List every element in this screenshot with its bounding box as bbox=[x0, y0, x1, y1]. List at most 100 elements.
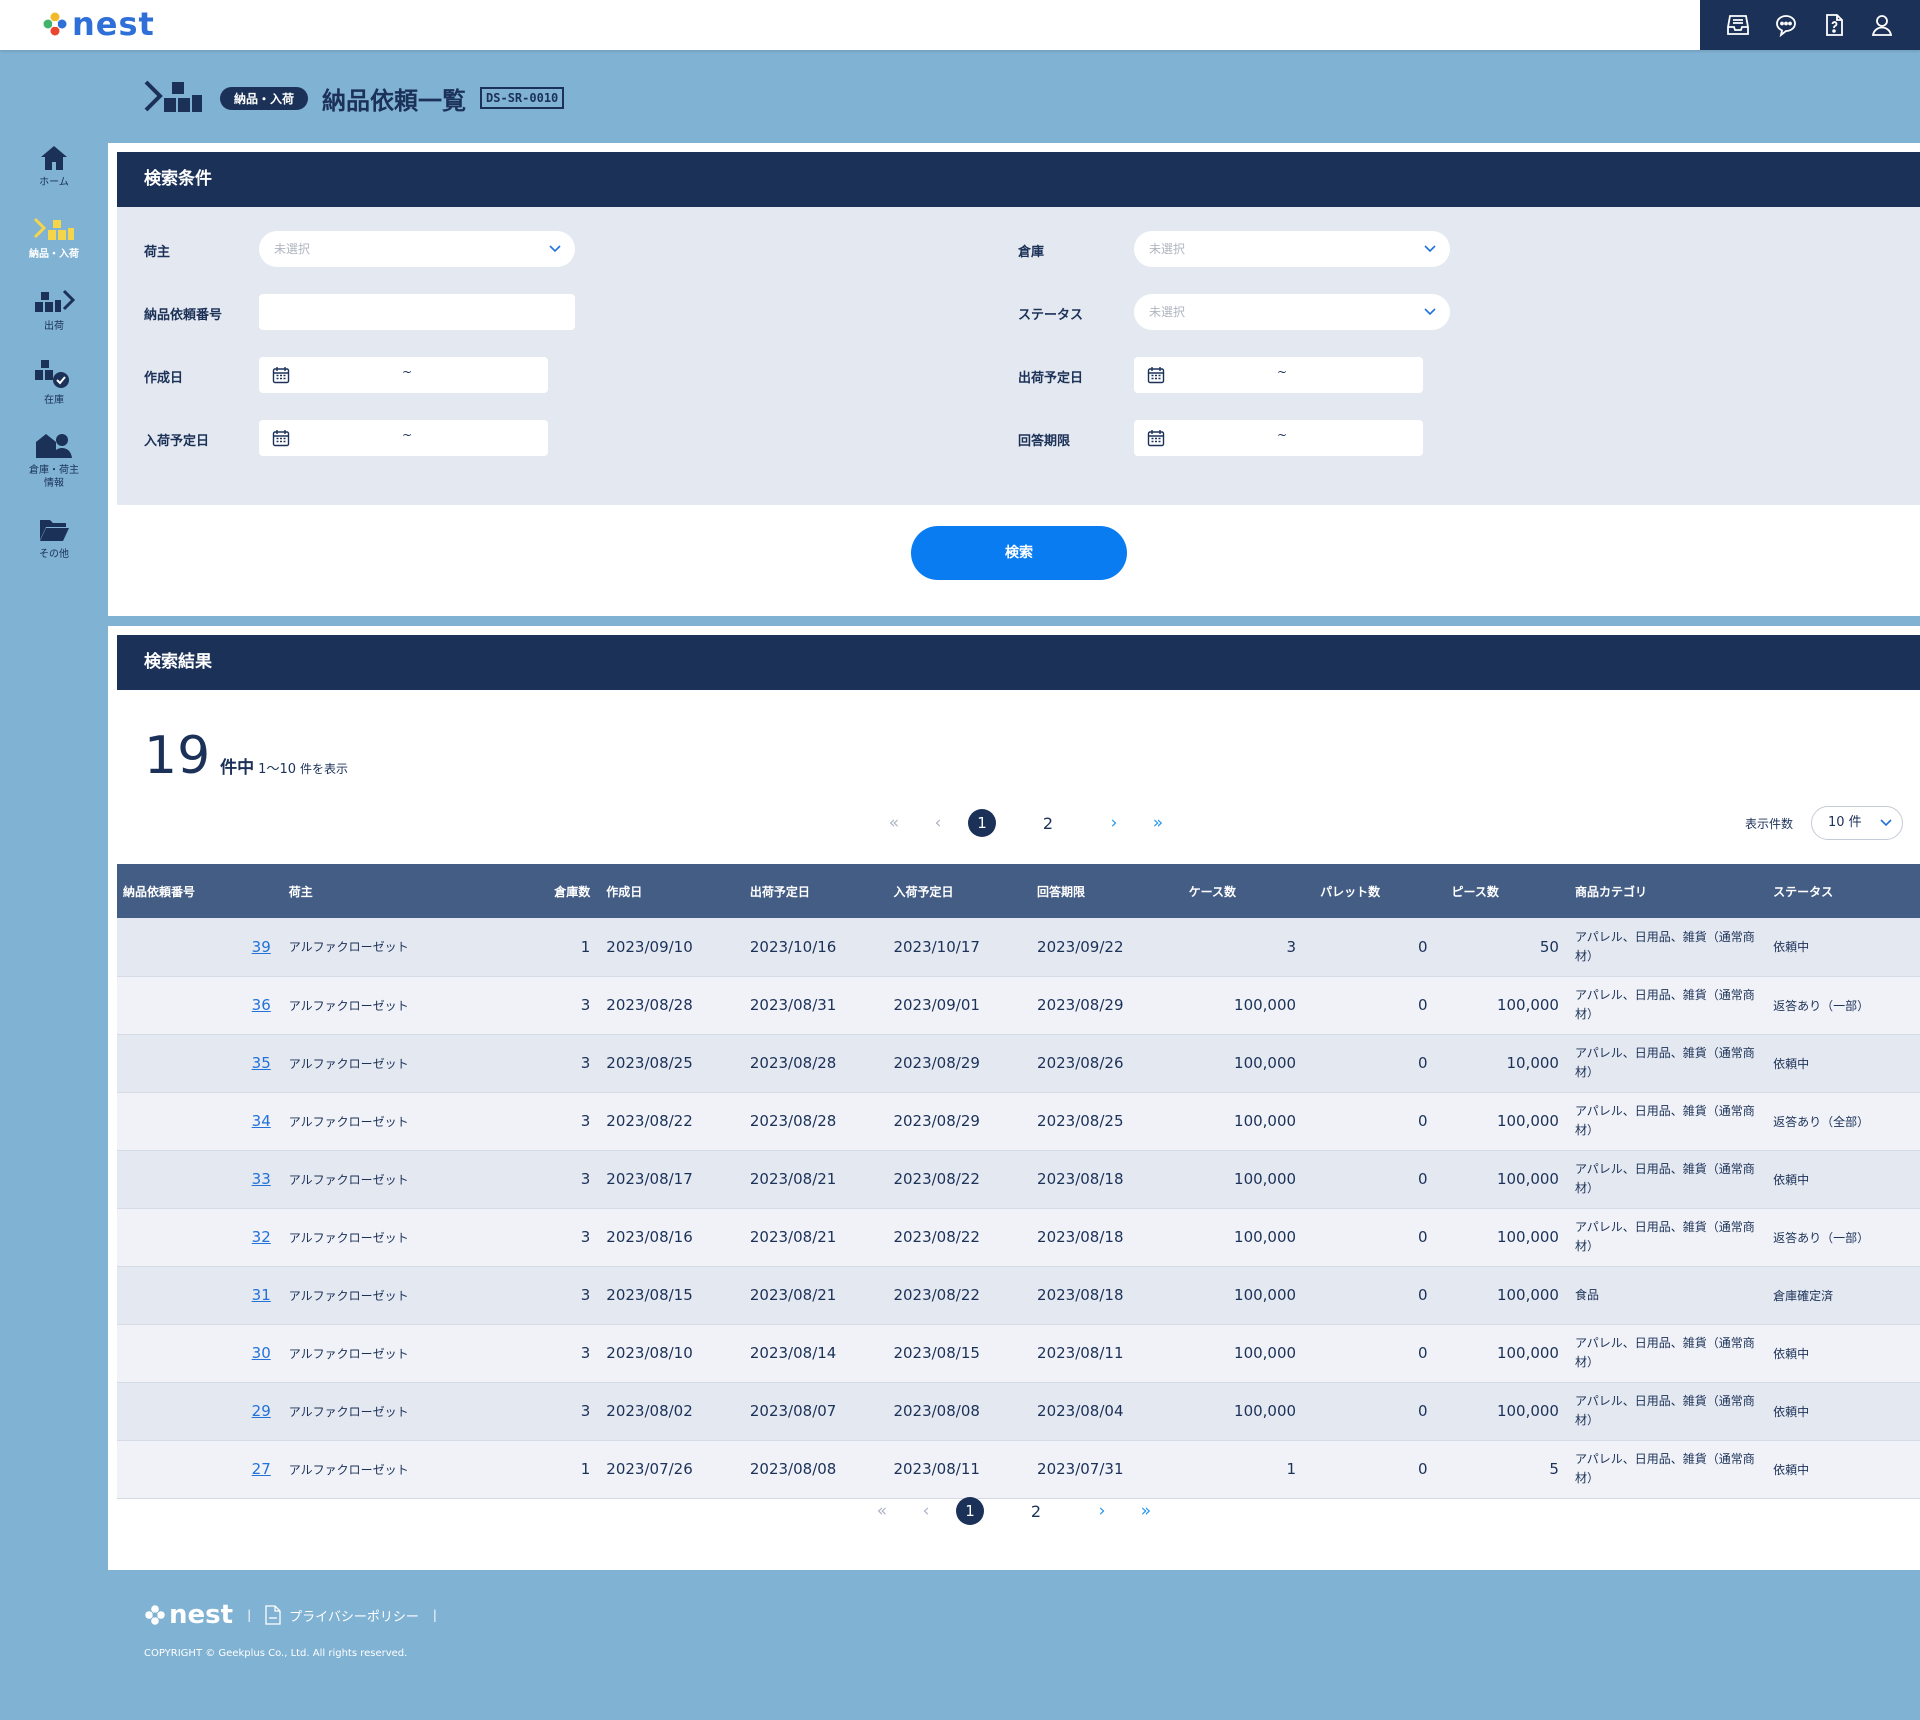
request-number-link[interactable]: 35 bbox=[252, 1054, 271, 1072]
last-page-button[interactable]: » bbox=[1136, 808, 1180, 838]
table-row: 34 アルファクローゼット 3 2023/08/22 2023/08/28 2023/08… bbox=[117, 1092, 1920, 1151]
first-page-button[interactable]: « bbox=[860, 1496, 904, 1526]
table-row: 32 アルファクローゼット 3 2023/08/16 2023/08/21 2023/08… bbox=[117, 1208, 1920, 1267]
nav-item-inbound[interactable]: 納品・入荷 bbox=[0, 202, 108, 274]
range-separator: ~ bbox=[1277, 428, 1288, 442]
help-document-icon[interactable] bbox=[1820, 11, 1848, 39]
answer-deadline-range[interactable]: ~ bbox=[1134, 420, 1423, 456]
inbound-boxes-icon bbox=[33, 217, 74, 240]
created-date-range[interactable]: ~ bbox=[259, 357, 548, 393]
column-header[interactable]: ステータス bbox=[1763, 864, 1920, 918]
prev-page-button[interactable]: ‹ bbox=[904, 1496, 948, 1526]
column-header[interactable]: 出荷予定日 bbox=[739, 864, 884, 918]
page-button-1[interactable]: 1 bbox=[948, 1496, 992, 1526]
arrival-date-range[interactable]: ~ bbox=[259, 420, 548, 456]
request-number-link[interactable]: 34 bbox=[252, 1112, 271, 1130]
search-panel-header: 検索条件 bbox=[117, 152, 1920, 207]
table-row: 39 アルファクローゼット 1 2023/09/10 2023/10/16 2023/10… bbox=[117, 918, 1920, 977]
next-page-button[interactable]: › bbox=[1092, 808, 1136, 838]
next-page-button[interactable]: › bbox=[1080, 1496, 1124, 1526]
chevron-down-icon bbox=[549, 245, 561, 253]
page-button-2[interactable]: 2 bbox=[1004, 808, 1092, 838]
last-page-button[interactable]: » bbox=[1124, 1496, 1168, 1526]
result-total-unit: 件中 bbox=[220, 758, 255, 778]
request-number-cell: 39 bbox=[117, 918, 277, 977]
chat-bubble-icon[interactable] bbox=[1772, 11, 1800, 39]
warehouse-select[interactable]: 未選択 bbox=[1134, 231, 1450, 267]
status-label: ステータス bbox=[1018, 308, 1084, 323]
nav-item-outbound[interactable]: 出荷 bbox=[0, 274, 108, 346]
request-number-link[interactable]: 39 bbox=[252, 938, 271, 956]
ship-date-cell: 2023/08/28 bbox=[739, 1092, 884, 1151]
search-button[interactable]: 検索 bbox=[911, 526, 1127, 580]
arrival-date-cell: 2023/08/22 bbox=[883, 1208, 1028, 1267]
home-icon bbox=[41, 145, 67, 170]
page-button-2[interactable]: 2 bbox=[992, 1496, 1080, 1526]
logo-mark-icon bbox=[145, 1605, 165, 1625]
column-header[interactable]: 荷主 bbox=[276, 864, 516, 918]
category-cell: アパレル、日用品、雑貨（通常商材） bbox=[1564, 1150, 1764, 1209]
column-header[interactable]: 倉庫数 bbox=[515, 864, 597, 918]
request-number-link[interactable]: 30 bbox=[252, 1344, 271, 1362]
request-number-link[interactable]: 31 bbox=[252, 1286, 271, 1304]
nav-item-home[interactable]: ホーム bbox=[0, 130, 108, 202]
footer-logo-text: nest bbox=[169, 1600, 234, 1630]
first-page-button[interactable]: « bbox=[872, 808, 916, 838]
case-count-cell: 100,000 bbox=[1170, 1324, 1303, 1383]
nav-label: その他 bbox=[39, 548, 69, 560]
request-number-link[interactable]: 33 bbox=[252, 1170, 271, 1188]
column-header[interactable]: パレット数 bbox=[1302, 864, 1434, 918]
footer-logo[interactable]: nest bbox=[144, 1600, 233, 1630]
column-header[interactable]: 回答期限 bbox=[1027, 864, 1171, 918]
status-cell: 依頼中 bbox=[1763, 1034, 1920, 1093]
column-header[interactable]: ケース数 bbox=[1170, 864, 1303, 918]
table-header-row: 納品依頼番号 荷主 倉庫数 作成日 出荷予定日 入荷予定日 回答期限 ケース数 … bbox=[117, 864, 1920, 918]
column-header[interactable]: ピース数 bbox=[1433, 864, 1565, 918]
per-page-select[interactable]: 10 件 bbox=[1811, 806, 1903, 840]
column-header[interactable]: 作成日 bbox=[596, 864, 740, 918]
nav-item-warehouse-owner[interactable]: 倉庫・荷主 情報 bbox=[0, 418, 108, 502]
created-date-cell: 2023/08/15 bbox=[596, 1266, 740, 1325]
category-cell: アパレル、日用品、雑貨（通常商材） bbox=[1564, 1382, 1764, 1441]
request-no-input[interactable] bbox=[259, 294, 575, 330]
arrival-date-cell: 2023/08/22 bbox=[883, 1266, 1028, 1325]
app-logo[interactable]: nest bbox=[42, 6, 155, 42]
calendar-icon[interactable] bbox=[1147, 429, 1165, 447]
calendar-icon[interactable] bbox=[272, 429, 290, 447]
created-date-cell: 2023/09/10 bbox=[596, 918, 740, 977]
page-button-1[interactable]: 1 bbox=[960, 808, 1004, 838]
warehouse-select-value: 未選択 bbox=[1149, 242, 1186, 256]
column-header[interactable]: 商品カテゴリ bbox=[1564, 864, 1764, 918]
inbox-icon[interactable] bbox=[1724, 11, 1752, 39]
case-count-cell: 100,000 bbox=[1170, 976, 1303, 1035]
calendar-icon[interactable] bbox=[272, 366, 290, 384]
prev-page-button[interactable]: ‹ bbox=[916, 808, 960, 838]
piece-count-cell: 100,000 bbox=[1433, 976, 1565, 1035]
ship-date-cell: 2023/08/08 bbox=[739, 1440, 884, 1499]
pallet-count-cell: 0 bbox=[1302, 1092, 1434, 1151]
privacy-policy-link[interactable]: プライバシーポリシー bbox=[265, 1605, 419, 1625]
calendar-icon[interactable] bbox=[1147, 366, 1165, 384]
column-header[interactable]: 入荷予定日 bbox=[883, 864, 1028, 918]
request-number-link[interactable]: 36 bbox=[252, 996, 271, 1014]
request-number-link[interactable]: 27 bbox=[252, 1460, 271, 1478]
case-count-cell: 100,000 bbox=[1170, 1150, 1303, 1209]
request-number-link[interactable]: 29 bbox=[252, 1402, 271, 1420]
status-select[interactable]: 未選択 bbox=[1134, 294, 1450, 330]
pallet-count-cell: 0 bbox=[1302, 1382, 1434, 1441]
status-cell: 返答あり（一部） bbox=[1763, 976, 1920, 1035]
column-header[interactable]: 納品依頼番号 bbox=[117, 864, 277, 918]
nav-label: 在庫 bbox=[44, 394, 64, 406]
owner-cell: アルファクローゼット bbox=[276, 918, 516, 977]
user-icon[interactable] bbox=[1868, 11, 1896, 39]
deadline-cell: 2023/07/31 bbox=[1027, 1440, 1171, 1499]
ship-date-cell: 2023/08/14 bbox=[739, 1324, 884, 1383]
warehouse-count-cell: 1 bbox=[515, 918, 597, 977]
created-date-cell: 2023/08/17 bbox=[596, 1150, 740, 1209]
nav-item-other[interactable]: その他 bbox=[0, 502, 108, 574]
ship-date-range[interactable]: ~ bbox=[1134, 357, 1423, 393]
warehouse-count-cell: 3 bbox=[515, 1150, 597, 1209]
owner-select[interactable]: 未選択 bbox=[259, 231, 575, 267]
request-number-link[interactable]: 32 bbox=[252, 1228, 271, 1246]
nav-item-inventory[interactable]: 在庫 bbox=[0, 346, 108, 418]
